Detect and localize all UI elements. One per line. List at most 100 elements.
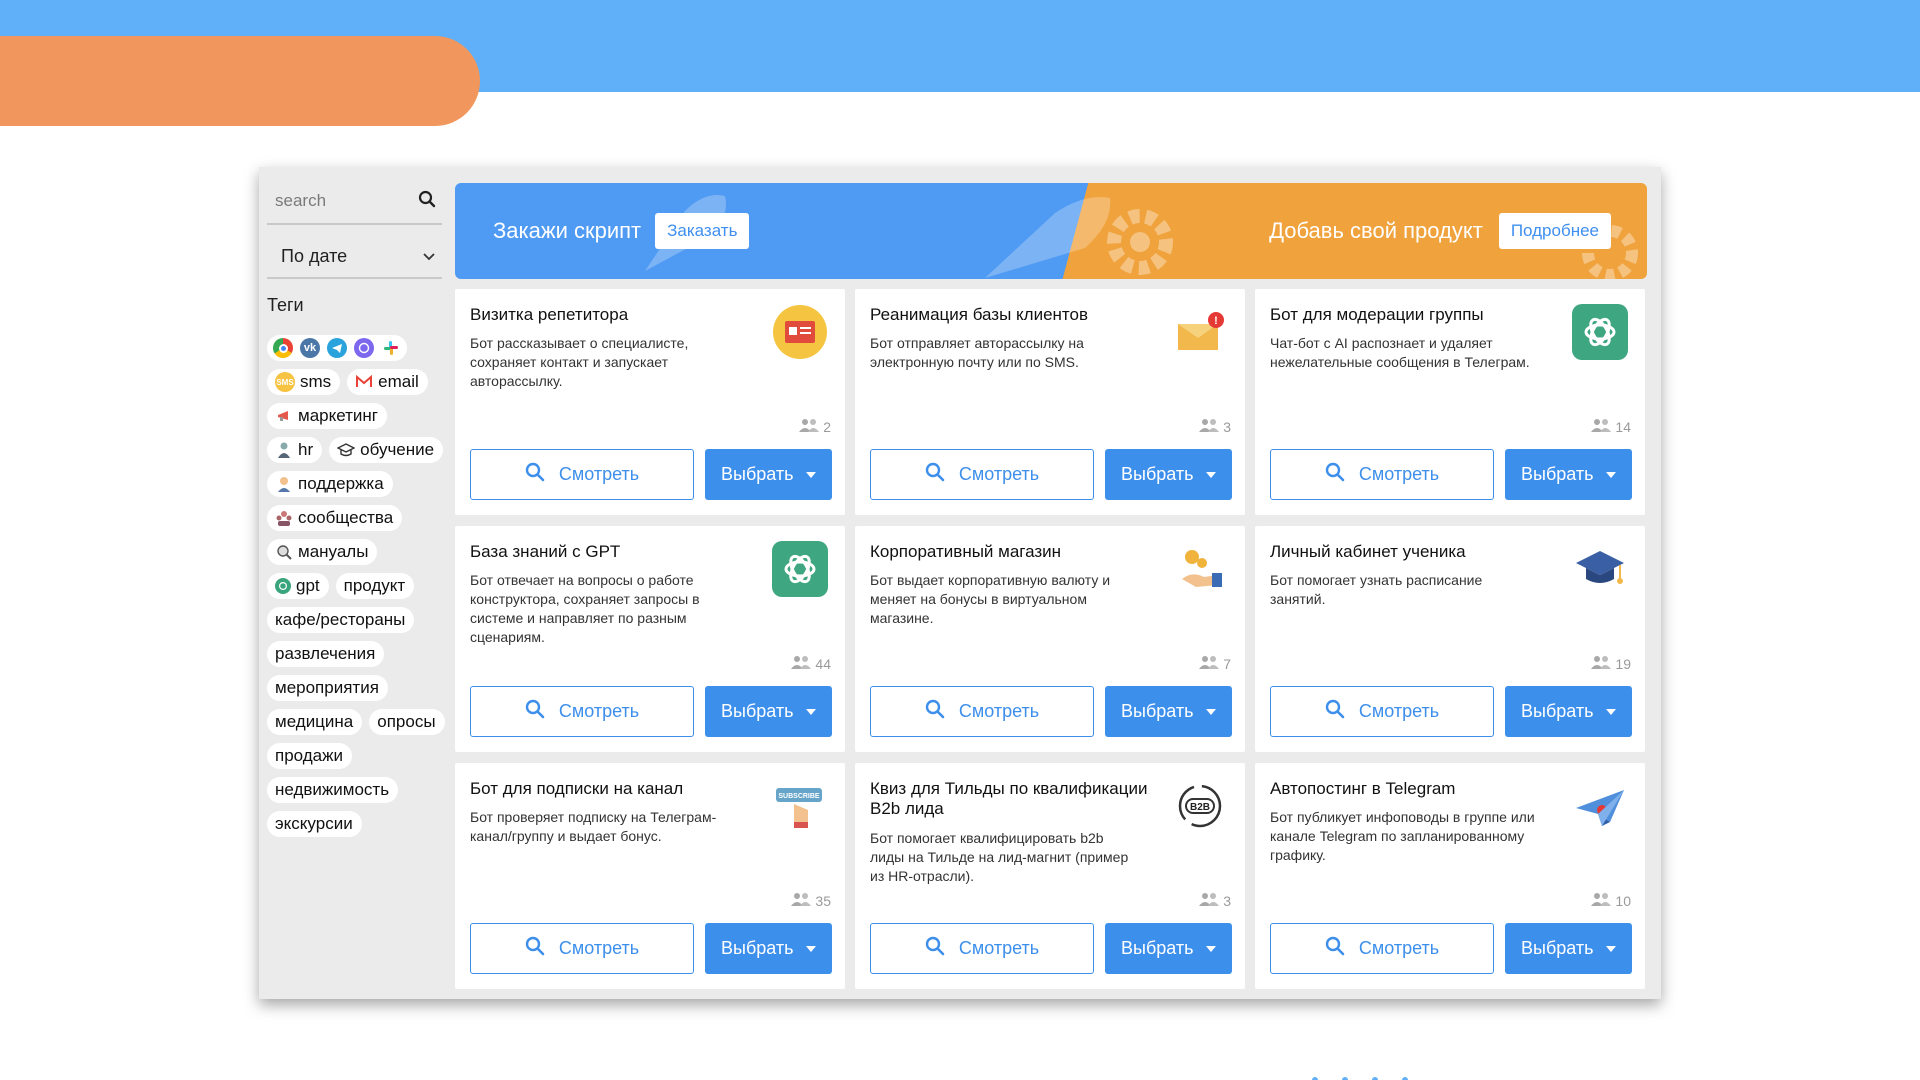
tag-sales[interactable]: продажи xyxy=(267,743,352,769)
vk-icon[interactable]: vk xyxy=(300,338,320,358)
users-icon xyxy=(798,418,820,435)
users-icon xyxy=(1198,892,1220,909)
tag-email[interactable]: email xyxy=(347,369,428,395)
view-button-label: Смотреть xyxy=(558,464,640,484)
template-card: Визитка репетитора Бот рассказывает о сп… xyxy=(455,289,845,515)
select-button[interactable]: Выбрать xyxy=(1105,449,1232,500)
view-button[interactable]: Смотреть xyxy=(470,923,694,974)
tags-list: vk SMS sms email маркетинг hr обучение п… xyxy=(267,335,445,837)
select-button-label: Выбрать xyxy=(1521,464,1594,484)
select-button[interactable]: Выбрать xyxy=(705,686,832,737)
tag-support[interactable]: поддержка xyxy=(267,471,393,497)
select-button-label: Выбрать xyxy=(721,938,794,958)
svg-text:B2B: B2B xyxy=(1190,802,1210,813)
tag-polls[interactable]: опросы xyxy=(369,709,445,735)
users-count: 19 xyxy=(1590,655,1631,672)
tag-manuals[interactable]: мануалы xyxy=(267,539,378,565)
template-card: Бот для модерации группы Чат-бот с AI ра… xyxy=(1255,289,1645,515)
card-title: Автопостинг в Telegram xyxy=(1270,779,1456,798)
order-script-title: Закажи скрипт xyxy=(493,218,642,243)
sms-icon: SMS xyxy=(275,372,295,392)
search-icon xyxy=(1325,699,1345,724)
subscribe-icon: SUBSCRIBE xyxy=(771,777,829,835)
select-button[interactable]: Выбрать xyxy=(1505,449,1632,500)
users-icon xyxy=(1590,892,1612,909)
caret-down-icon[interactable] xyxy=(1206,708,1216,715)
select-button[interactable]: Выбрать xyxy=(705,923,832,974)
select-button-label: Выбрать xyxy=(1121,701,1194,721)
openai-small-icon xyxy=(275,578,291,594)
select-button[interactable]: Выбрать xyxy=(1105,923,1232,974)
select-button-label: Выбрать xyxy=(1521,938,1594,958)
view-button[interactable]: Смотреть xyxy=(1270,686,1494,737)
tag-excursions[interactable]: экскурсии xyxy=(267,811,362,837)
search-icon xyxy=(925,936,945,961)
caret-down-icon[interactable] xyxy=(1606,945,1616,952)
sort-select[interactable]: По дате xyxy=(267,235,442,279)
caret-down-icon[interactable] xyxy=(1606,708,1616,715)
tag-education[interactable]: обучение xyxy=(329,437,444,463)
banner-left: Закажи скрипт Заказать xyxy=(493,183,750,279)
template-card: Бот для подписки на канал Бот проверяет … xyxy=(455,763,845,989)
view-button-label: Смотреть xyxy=(1358,938,1440,958)
telegram-icon[interactable] xyxy=(327,338,347,358)
view-button-label: Смотреть xyxy=(558,701,640,721)
tag-realty[interactable]: недвижимость xyxy=(267,777,399,803)
magnifier-icon xyxy=(275,543,293,561)
caret-down-icon[interactable] xyxy=(1206,945,1216,952)
tag-communities[interactable]: сообщества xyxy=(267,505,403,531)
person-icon xyxy=(275,441,293,459)
tag-gpt[interactable]: gpt xyxy=(267,573,329,599)
add-product-title: Добавь свой продукт xyxy=(1269,218,1483,243)
tag-entertainment[interactable]: развлечения xyxy=(267,641,385,667)
mail-notification-icon: ! xyxy=(1171,303,1229,361)
tag-sms[interactable]: SMS sms xyxy=(267,369,341,395)
view-button[interactable]: Смотреть xyxy=(870,923,1094,974)
select-button[interactable]: Выбрать xyxy=(1505,686,1632,737)
search-icon xyxy=(925,462,945,487)
caret-down-icon[interactable] xyxy=(806,471,816,478)
tag-label: gpt xyxy=(296,576,320,595)
view-button[interactable]: Смотреть xyxy=(1270,923,1494,974)
messenger-icon[interactable] xyxy=(354,338,374,358)
order-button[interactable]: Заказать xyxy=(655,213,750,249)
caret-down-icon[interactable] xyxy=(806,945,816,952)
group-icon xyxy=(275,509,293,527)
svg-text:!: ! xyxy=(1214,315,1218,327)
search-box xyxy=(267,179,442,225)
users-count: 10 xyxy=(1590,892,1631,909)
select-button[interactable]: Выбрать xyxy=(1505,923,1632,974)
support-agent-icon xyxy=(275,475,293,493)
svg-text:SUBSCRIBE: SUBSCRIBE xyxy=(778,793,820,800)
more-button[interactable]: Подробнее xyxy=(1498,213,1611,249)
slack-icon[interactable] xyxy=(381,338,401,358)
search-icon xyxy=(525,699,545,724)
tag-hr[interactable]: hr xyxy=(267,437,323,463)
search-input[interactable] xyxy=(275,191,405,211)
view-button[interactable]: Смотреть xyxy=(870,449,1094,500)
select-button[interactable]: Выбрать xyxy=(705,449,832,500)
chrome-icon[interactable] xyxy=(273,338,293,358)
users-icon xyxy=(790,655,812,672)
view-button[interactable]: Смотреть xyxy=(470,449,694,500)
view-button[interactable]: Смотреть xyxy=(870,686,1094,737)
view-button-label: Смотреть xyxy=(1358,701,1440,721)
users-count-value: 2 xyxy=(823,418,831,435)
view-button[interactable]: Смотреть xyxy=(1270,449,1494,500)
caret-down-icon[interactable] xyxy=(1206,471,1216,478)
search-icon[interactable] xyxy=(418,190,436,213)
tag-marketing[interactable]: маркетинг xyxy=(267,403,387,429)
promo-banner: Закажи скрипт Заказать Добавь свой проду… xyxy=(455,183,1647,279)
view-button[interactable]: Смотреть xyxy=(470,686,694,737)
tag-product[interactable]: продукт xyxy=(335,573,415,599)
caret-down-icon[interactable] xyxy=(806,708,816,715)
tag-events[interactable]: мероприятия xyxy=(267,675,388,701)
tag-messengers[interactable]: vk xyxy=(267,335,407,361)
users-count-value: 35 xyxy=(815,892,831,909)
select-button[interactable]: Выбрать xyxy=(1105,686,1232,737)
tag-cafe[interactable]: кафе/рестораны xyxy=(267,607,415,633)
tag-medicine[interactable]: медицина xyxy=(267,709,363,735)
users-count: 3 xyxy=(1198,892,1231,909)
caret-down-icon[interactable] xyxy=(1606,471,1616,478)
chevron-down-icon xyxy=(422,246,436,267)
